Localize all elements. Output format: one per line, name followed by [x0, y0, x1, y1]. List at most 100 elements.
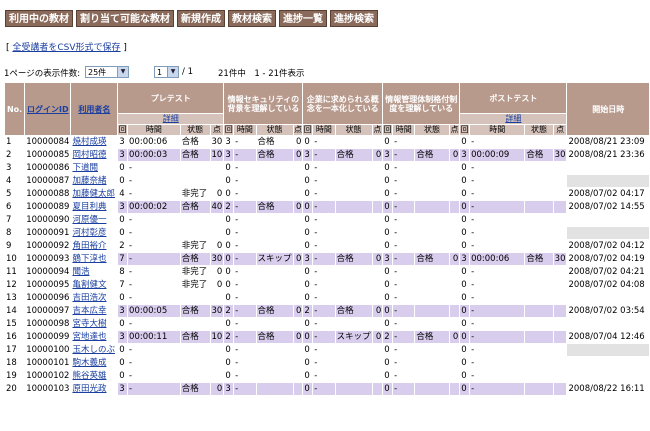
row-s2s: スキップ	[334, 330, 373, 344]
row-qs: 合格	[524, 252, 554, 266]
pretest-detail-link[interactable]: 詳細	[163, 115, 179, 124]
result-summary: 21件中 1 - 21件表示	[218, 69, 305, 79]
tab-new[interactable]: 新規作成	[177, 10, 225, 27]
row-user-name-link[interactable]: 亀割健文	[70, 278, 119, 292]
row-start-time: 2008/07/02 04:12	[566, 239, 650, 253]
row-s1c: 3	[223, 148, 235, 162]
row-pc: 3	[117, 200, 129, 214]
row-s2c: 3	[302, 252, 314, 266]
row-s3p: 0	[448, 330, 461, 344]
row-ps	[179, 161, 211, 175]
row-s1p	[292, 161, 304, 175]
row-pt: -	[127, 343, 181, 357]
row-user-name-link[interactable]: 加藤健太郎	[70, 187, 119, 201]
row-s3s	[414, 356, 450, 370]
row-user-name-link[interactable]: 加藤奈緒	[70, 174, 119, 188]
row-pc: 0	[117, 343, 129, 357]
row-no: 11	[3, 265, 26, 279]
row-user-name-link[interactable]: 岡村昭德	[70, 148, 119, 162]
row-s1t: -	[233, 369, 257, 383]
row-user-name-link[interactable]: 聞浩	[70, 265, 119, 279]
row-user-name-link[interactable]: 吉田浩次	[70, 291, 119, 305]
row-s1s	[255, 187, 294, 201]
row-user-name-link[interactable]: 焼村成瑛	[70, 135, 119, 149]
row-s3t: -	[392, 291, 416, 305]
row-ps	[179, 356, 211, 370]
row-s1c: 2	[223, 304, 235, 318]
sub-count: 回	[382, 124, 394, 136]
row-qc: 0	[459, 187, 471, 201]
row-s3c: 0	[382, 161, 394, 175]
tab-progress-list[interactable]: 進捗一覧	[279, 10, 327, 27]
row-qs	[524, 330, 554, 344]
row-s1s	[255, 343, 294, 357]
row-user-name-link[interactable]: 玉木しのぶ	[70, 343, 119, 357]
row-user-name-link[interactable]: 鶴下淳也	[70, 252, 119, 266]
row-s3t: -	[392, 330, 416, 344]
progress-table: No. ログインID 利用者名 プレテスト 情報セキュリティの背景を理解している…	[3, 82, 650, 396]
row-s1s	[255, 278, 294, 292]
tab-assignable-materials[interactable]: 割り当て可能な教材	[76, 10, 174, 27]
row-s1p	[292, 356, 304, 370]
row-pp	[209, 317, 225, 331]
row-s2t: -	[312, 291, 336, 305]
row-qs	[524, 265, 554, 279]
row-s2c: 0	[302, 278, 314, 292]
row-s2s	[334, 161, 373, 175]
row-qs	[524, 135, 554, 149]
row-qs	[524, 304, 554, 318]
row-user-name-link[interactable]: 宮地達也	[70, 330, 119, 344]
row-qs	[524, 369, 554, 383]
row-start-time	[566, 226, 650, 240]
row-user-name-link[interactable]: 熊谷英雄	[70, 369, 119, 383]
col-start-time: 開始日時	[566, 82, 650, 136]
row-s1t: -	[233, 330, 257, 344]
row-s3s	[414, 291, 450, 305]
row-s3s	[414, 265, 450, 279]
row-s3s	[414, 174, 450, 188]
row-user-name-link[interactable]: 夏目利典	[70, 200, 119, 214]
row-s3c: 3	[382, 252, 394, 266]
csv-export-link[interactable]: 全受講者をCSV形式で保存	[12, 43, 120, 53]
row-s2s: 合格	[334, 304, 373, 318]
row-s1t: -	[233, 291, 257, 305]
row-user-name-link[interactable]: 河村彰彦	[70, 226, 119, 240]
posttest-detail-link[interactable]: 詳細	[505, 115, 521, 124]
row-user-name-link[interactable]: 河原優一	[70, 213, 119, 227]
row-s1c: 0	[223, 174, 235, 188]
row-qp	[552, 304, 568, 318]
row-s1p: 0	[292, 252, 304, 266]
page-select[interactable]: 1 ▼	[154, 66, 179, 78]
row-s2c: 0	[302, 200, 314, 214]
row-user-name-link[interactable]: 吉本広幸	[70, 304, 119, 318]
row-qp: 30	[552, 148, 568, 162]
row-pt: -	[127, 291, 181, 305]
row-s1t: -	[233, 304, 257, 318]
row-qp	[552, 382, 568, 396]
row-user-name-link[interactable]: 宮寺大樹	[70, 317, 119, 331]
row-user-name-link[interactable]: 下道閲	[70, 161, 119, 175]
tab-material-search[interactable]: 教材検索	[228, 10, 276, 27]
row-user-name-link[interactable]: 角田裕介	[70, 239, 119, 253]
tab-progress-search[interactable]: 進捗検索	[330, 10, 378, 27]
row-pc: 2	[117, 239, 129, 253]
row-qp	[552, 265, 568, 279]
row-s1p: 0	[292, 200, 304, 214]
page-value: 1	[157, 68, 163, 77]
row-pp	[209, 356, 225, 370]
row-pc: 3	[117, 304, 129, 318]
row-qt: -	[469, 200, 526, 214]
row-user-name-link[interactable]: 原田光政	[70, 382, 119, 396]
row-qc: 0	[459, 291, 471, 305]
row-s3c: 2	[382, 330, 394, 344]
row-no: 18	[3, 356, 26, 370]
tab-materials-in-use[interactable]: 利用中の教材	[5, 10, 73, 27]
sub-point: 点	[552, 124, 568, 136]
row-user-name-link[interactable]: 駒木義成	[70, 356, 119, 370]
col-login-id[interactable]: ログインID	[24, 82, 72, 136]
row-qp	[552, 226, 568, 240]
per-page-select[interactable]: 25件 ▼	[85, 66, 129, 78]
col-user-name[interactable]: 利用者名	[70, 82, 119, 136]
row-start-time	[566, 161, 650, 175]
row-s3s	[414, 135, 450, 149]
